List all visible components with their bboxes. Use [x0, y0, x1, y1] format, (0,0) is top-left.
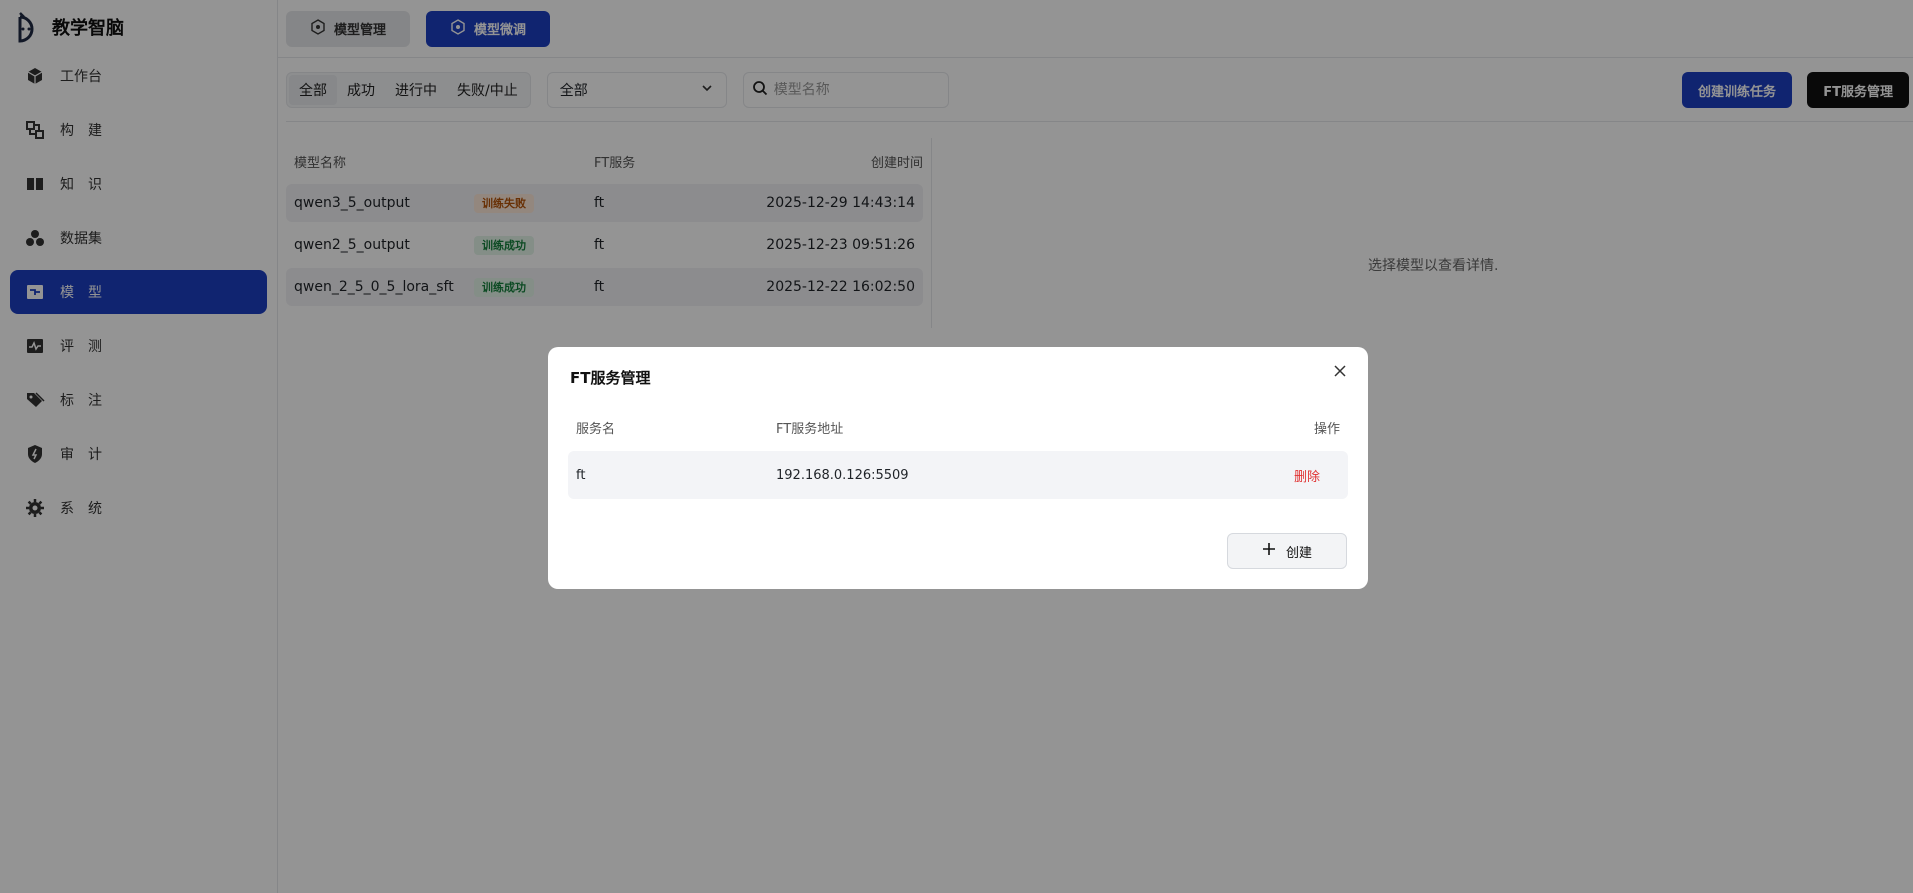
header-action: 操作 [1313, 421, 1340, 437]
create-label: 创建 [1285, 545, 1312, 561]
delete-button[interactable]: 删除 [1294, 470, 1320, 485]
header-service-name: 服务名 [576, 421, 616, 437]
table-row: ft 192.168.0.126:5509 删除 [568, 451, 1348, 499]
create-service-button[interactable]: 创建 [1227, 533, 1347, 569]
ft-service-modal: FT服务管理 服务名 FT服务地址 操作 ft 192.168.0.126:55… [548, 347, 1368, 589]
service-name: ft [576, 467, 586, 483]
close-button[interactable] [1330, 363, 1350, 383]
service-address: 192.168.0.126:5509 [776, 467, 909, 483]
service-table: 服务名 FT服务地址 操作 ft 192.168.0.126:5509 删除 [568, 407, 1348, 499]
modal-title: FT服务管理 [570, 369, 651, 387]
service-table-header: 服务名 FT服务地址 操作 [568, 407, 1348, 447]
close-icon [1334, 365, 1346, 381]
plus-icon [1262, 542, 1276, 560]
header-service-address: FT服务地址 [776, 421, 844, 437]
